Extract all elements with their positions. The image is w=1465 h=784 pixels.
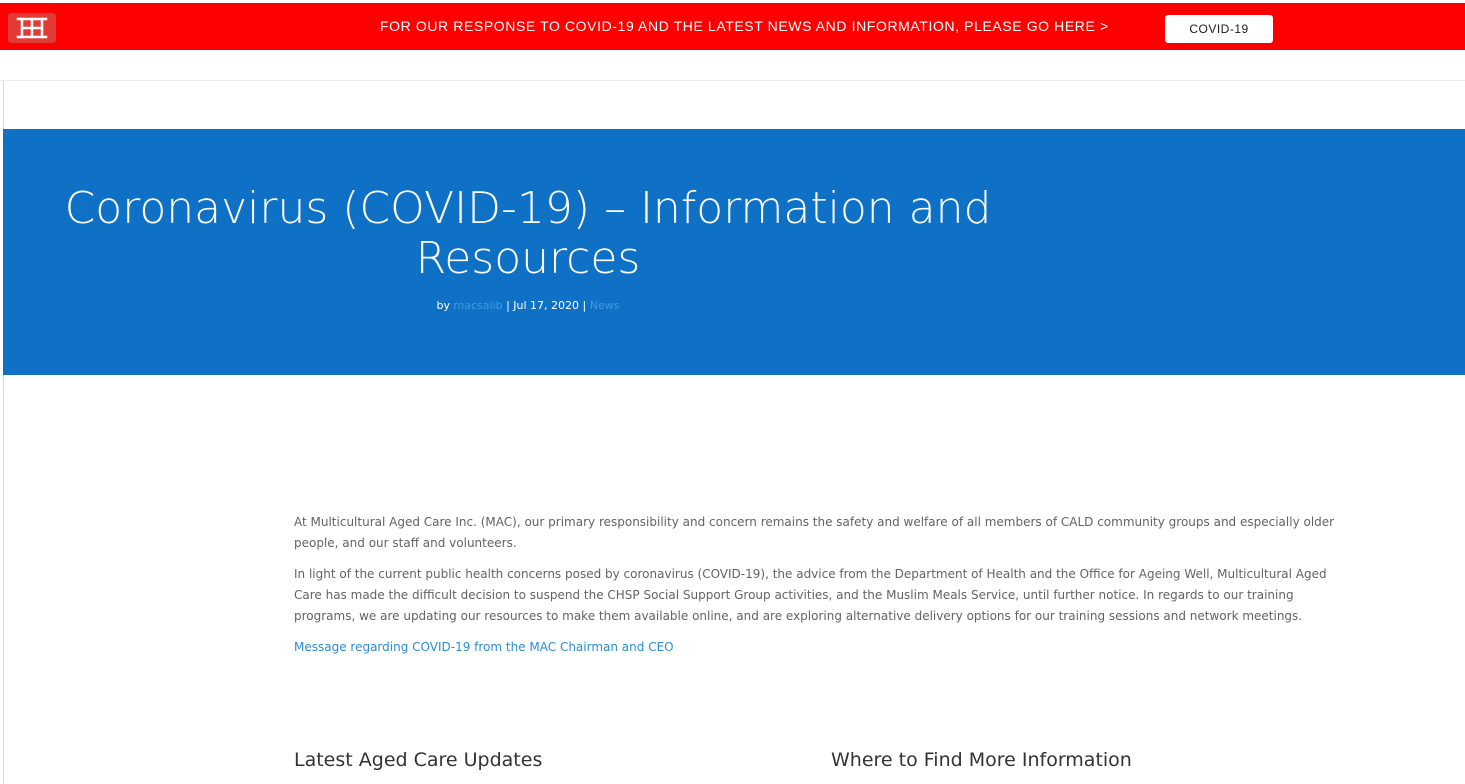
post-title-line-2: Resources [415, 233, 641, 284]
post-meta-separator: | [502, 299, 514, 312]
intro-paragraph: At Multicultural Aged Care Inc. (MAC), o… [294, 515, 1335, 550]
post-category-link[interactable]: News [590, 299, 620, 312]
covid-19-button[interactable]: COVID-19 [1165, 15, 1273, 43]
chairman-message-link[interactable]: Message regarding COVID-19 from the MAC … [294, 637, 674, 658]
post-content: At Multicultural Aged Care Inc. (MAC), o… [294, 512, 1354, 658]
post-title: Coronavirus (COVID-19) – Information and… [3, 184, 1053, 284]
header-divider [0, 80, 1465, 81]
post-meta: by macsalib | Jul 17, 2020 | News [3, 299, 1053, 312]
post-title-line-1: Coronavirus (COVID-19) – Information and [64, 183, 992, 234]
banner-message: FOR OUR RESPONSE TO COVID-19 AND THE LAT… [380, 18, 1109, 34]
post-author-link[interactable]: macsalib [454, 299, 503, 312]
more-information-heading: Where to Find More Information [831, 749, 1132, 771]
page: FOR OUR RESPONSE TO COVID-19 AND THE LAT… [0, 0, 1465, 784]
post-meta-separator: | [579, 299, 590, 312]
post-hero: Coronavirus (COVID-19) – Information and… [3, 129, 1465, 375]
post-meta-by: by [436, 299, 454, 312]
suspension-paragraph: In light of the current public health co… [294, 567, 1327, 623]
mac-logo-icon[interactable] [8, 13, 56, 43]
latest-updates-heading: Latest Aged Care Updates [294, 749, 543, 771]
post-date: Jul 17, 2020 [513, 299, 580, 312]
covid-announcement-banner: FOR OUR RESPONSE TO COVID-19 AND THE LAT… [0, 3, 1465, 50]
